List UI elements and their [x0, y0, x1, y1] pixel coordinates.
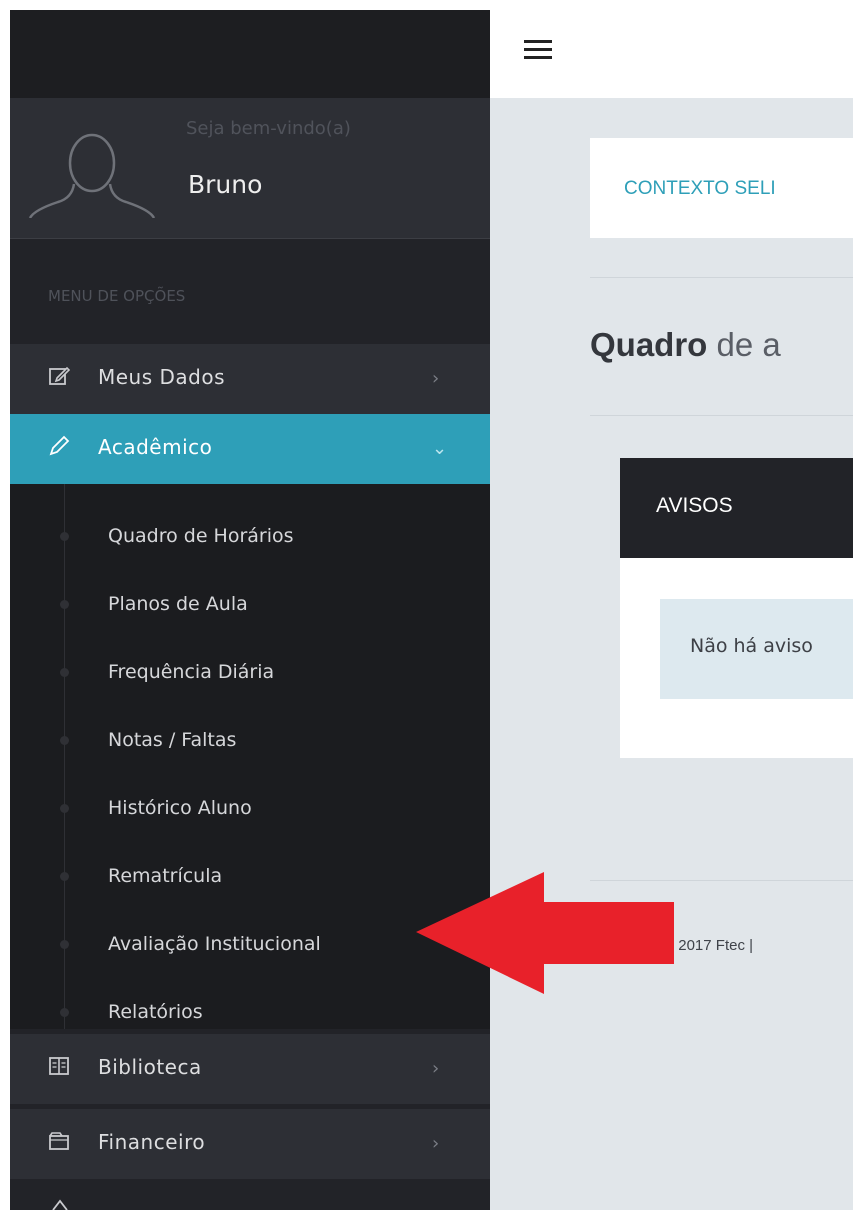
- avisos-header: AVISOS: [620, 458, 853, 558]
- chevron-down-icon: ⌄: [432, 438, 448, 459]
- submenu-item-historico[interactable]: Histórico Aluno: [10, 771, 490, 831]
- bullet-icon: [60, 532, 69, 541]
- chevron-right-icon: ›: [432, 1058, 440, 1079]
- submenu-item-label: Frequência Diária: [108, 661, 275, 683]
- bullet-icon: [60, 940, 69, 949]
- sidebar: Seja bem-vindo(a) Bruno MENU DE OPÇÕES M…: [10, 10, 490, 1210]
- sidebar-item-label: Meus Dados: [98, 365, 226, 389]
- wallet-icon: [49, 1132, 69, 1150]
- top-bar: [490, 10, 853, 98]
- bullet-icon: [60, 736, 69, 745]
- hamburger-icon[interactable]: [524, 40, 552, 60]
- main-content: CONTEXTO SELI Quadro de a AVISOS Não há …: [490, 10, 853, 1210]
- submenu-item-label: Avaliação Institucional: [108, 933, 321, 955]
- sidebar-item-biblioteca[interactable]: Biblioteca ›: [10, 1034, 490, 1104]
- edit-icon: [49, 366, 70, 385]
- submenu-item-notas-faltas[interactable]: Notas / Faltas: [10, 703, 490, 763]
- red-arrow-annotation-icon: [416, 872, 674, 994]
- sidebar-item-academico[interactable]: Acadêmico ⌄: [10, 414, 490, 484]
- submenu-item-label: Rematrícula: [108, 865, 223, 887]
- context-label: CONTEXTO SELI: [624, 178, 776, 199]
- divider: [590, 277, 853, 278]
- page-title: Quadro de a: [590, 326, 781, 364]
- context-selector[interactable]: CONTEXTO SELI: [590, 138, 853, 238]
- bullet-icon: [60, 804, 69, 813]
- sidebar-item-financeiro[interactable]: Financeiro ›: [10, 1109, 490, 1179]
- user-avatar-icon: [28, 133, 156, 218]
- sidebar-item-label: Financeiro: [98, 1130, 206, 1154]
- avisos-title: AVISOS: [656, 494, 733, 517]
- bullet-icon: [60, 1008, 69, 1017]
- welcome-text: Seja bem-vindo(a): [186, 118, 351, 139]
- bullet-icon: [60, 600, 69, 609]
- page-title-bold: Quadro: [590, 326, 708, 363]
- app-frame: Seja bem-vindo(a) Bruno MENU DE OPÇÕES M…: [10, 10, 853, 1210]
- bullet-icon: [60, 872, 69, 881]
- sidebar-item-label: Acadêmico: [98, 435, 213, 459]
- sidebar-item-label: Biblioteca: [98, 1055, 202, 1079]
- book-icon: [49, 1057, 69, 1075]
- bullet-icon: [60, 668, 69, 677]
- divider: [590, 415, 853, 416]
- chevron-right-icon: ›: [432, 1133, 440, 1154]
- submenu-item-label: Quadro de Horários: [108, 525, 294, 547]
- pencil-icon: [49, 435, 70, 456]
- page-title-rest: de a: [707, 326, 781, 363]
- username: Bruno: [188, 170, 263, 199]
- partial-menu-icon: [52, 1199, 68, 1210]
- avisos-message: Não há aviso: [690, 635, 813, 657]
- submenu-item-label: Notas / Faltas: [108, 729, 237, 751]
- submenu-item-label: Relatórios: [108, 1001, 203, 1023]
- chevron-right-icon: ›: [432, 368, 440, 389]
- user-profile: Seja bem-vindo(a) Bruno: [10, 98, 490, 239]
- menu-section-label: MENU DE OPÇÕES: [48, 287, 186, 305]
- sidebar-item-meus-dados[interactable]: Meus Dados ›: [10, 344, 490, 414]
- submenu-item-label: Planos de Aula: [108, 593, 248, 615]
- avisos-alert: Não há aviso: [660, 599, 853, 699]
- submenu-item-quadro-horarios[interactable]: Quadro de Horários: [10, 499, 490, 559]
- submenu-item-planos-aula[interactable]: Planos de Aula: [10, 567, 490, 627]
- avisos-panel: AVISOS Não há aviso: [620, 458, 853, 758]
- submenu-item-frequencia[interactable]: Frequência Diária: [10, 635, 490, 695]
- sidebar-header: [10, 10, 490, 98]
- submenu-item-label: Histórico Aluno: [108, 797, 252, 819]
